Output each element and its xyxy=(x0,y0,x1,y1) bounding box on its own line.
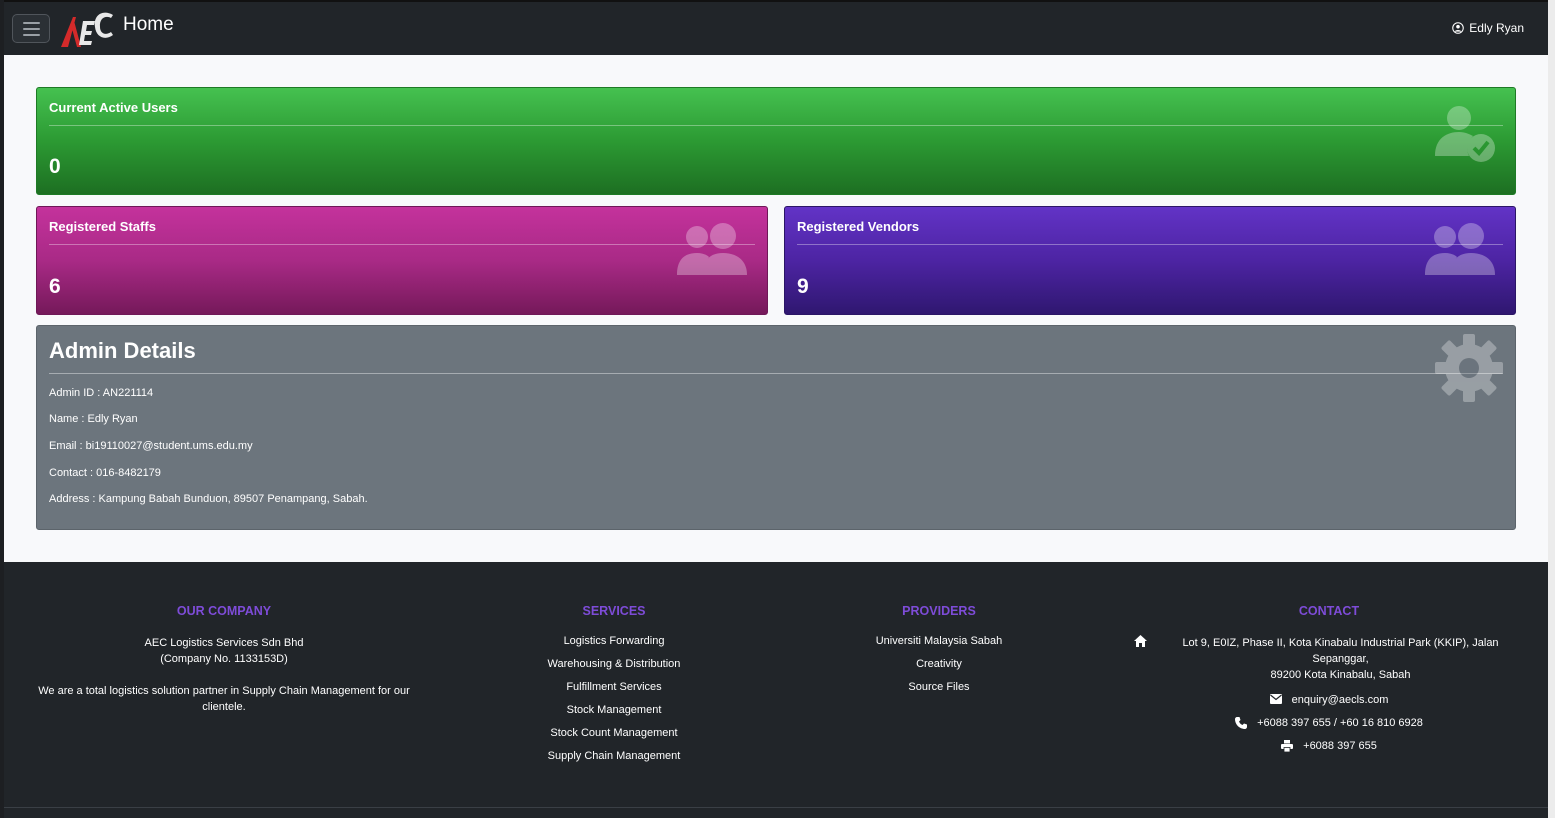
registered-staffs-card: Registered Staffs 6 xyxy=(36,206,768,315)
admin-name: Name : Edly Ryan xyxy=(49,413,138,425)
contact-email-row: enquiry@aecls.com xyxy=(1134,694,1524,706)
hamburger-icon-bar xyxy=(22,21,40,24)
footer-heading: PROVIDERS xyxy=(902,604,976,618)
home-icon xyxy=(1134,635,1147,647)
contact-address: Lot 9, E0IZ, Phase II, Kota Kinabalu Ind… xyxy=(1134,635,1524,683)
company-registration: (Company No. 1133153D) xyxy=(160,653,288,665)
user-circle-icon xyxy=(1452,22,1465,34)
card-title: Registered Vendors xyxy=(797,219,920,234)
divider xyxy=(797,244,1503,245)
app-frame: Home Edly Ryan Current Active Users 0 Re… xyxy=(0,0,1548,818)
admin-details-heading: Admin Details xyxy=(49,338,196,363)
printer-icon xyxy=(1281,740,1294,752)
contact-address-line: Lot 9, E0IZ, Phase II, Kota Kinabalu Ind… xyxy=(1182,637,1499,665)
divider xyxy=(49,373,1503,374)
provider-link-source-files[interactable]: Source Files xyxy=(839,681,1039,693)
staffs-count: 6 xyxy=(49,275,61,298)
phone-icon xyxy=(1235,717,1248,729)
service-link-stock-management[interactable]: Stock Management xyxy=(514,704,714,716)
footer-heading: SERVICES xyxy=(582,604,646,618)
contact-fax-row: +6088 397 655 xyxy=(1134,740,1524,752)
service-link-stock-count[interactable]: Stock Count Management xyxy=(514,727,714,739)
company-description-line: clientele. xyxy=(202,701,246,713)
envelope-icon xyxy=(1269,694,1282,704)
registered-vendors-card: Registered Vendors 9 xyxy=(784,206,1516,315)
aec-logo[interactable] xyxy=(59,7,115,49)
contact-fax: +6088 397 655 xyxy=(1303,740,1377,752)
active-users-card: Current Active Users 0 xyxy=(36,87,1516,195)
page-title: Home xyxy=(123,14,174,35)
user-check-icon xyxy=(1435,106,1495,162)
footer-heading: CONTACT xyxy=(1298,604,1360,618)
contact-phone[interactable]: +6088 397 655 / +60 16 810 6928 xyxy=(1257,717,1423,729)
menu-toggle-button[interactable] xyxy=(12,14,50,43)
hamburger-icon-bar xyxy=(22,27,40,30)
hamburger-icon-bar xyxy=(22,33,40,36)
active-users-count: 0 xyxy=(49,155,61,178)
provider-link-creativity[interactable]: Creativity xyxy=(839,658,1039,670)
company-name: AEC Logistics Services Sdn Bhd xyxy=(144,637,304,649)
admin-id: Admin ID : AN221114 xyxy=(49,387,154,399)
divider xyxy=(49,125,1503,126)
users-icon xyxy=(677,223,747,275)
user-name: Edly Ryan xyxy=(1469,21,1524,35)
site-footer: OUR COMPANY AEC Logistics Services Sdn B… xyxy=(4,562,1548,818)
user-menu[interactable]: Edly Ryan xyxy=(1452,21,1524,35)
divider xyxy=(49,244,755,245)
footer-company-column: OUR COMPANY AEC Logistics Services Sdn B… xyxy=(34,604,414,715)
contact-phone-row: +6088 397 655 / +60 16 810 6928 xyxy=(1134,717,1524,729)
footer-divider xyxy=(4,807,1548,808)
contact-address-line: 89200 Kota Kinabalu, Sabah xyxy=(1270,669,1411,681)
service-link-fulfillment[interactable]: Fulfillment Services xyxy=(514,681,714,693)
footer-contact-column: CONTACT Lot 9, E0IZ, Phase II, Kota Kina… xyxy=(1134,604,1524,763)
admin-details-card: Admin Details Admin ID : AN221114 Name :… xyxy=(36,325,1516,530)
users-icon xyxy=(1425,223,1495,275)
footer-heading: OUR COMPANY xyxy=(176,604,272,618)
card-title: Current Active Users xyxy=(49,100,178,115)
admin-email: Email : bi19110027@student.ums.edu.my xyxy=(49,440,253,452)
top-navbar: Home Edly Ryan xyxy=(4,0,1548,55)
company-description-line: We are a total logistics solution partne… xyxy=(38,685,410,697)
contact-email[interactable]: enquiry@aecls.com xyxy=(1292,694,1389,706)
admin-address: Address : Kampung Babah Bunduon, 89507 P… xyxy=(49,493,368,505)
footer-services-column: SERVICES Logistics Forwarding Warehousin… xyxy=(514,604,714,773)
admin-contact: Contact : 016-8482179 xyxy=(49,467,161,479)
footer-providers-column: PROVIDERS Universiti Malaysia Sabah Crea… xyxy=(839,604,1039,704)
service-link-warehousing[interactable]: Warehousing & Distribution xyxy=(514,658,714,670)
service-link-supply-chain[interactable]: Supply Chain Management xyxy=(514,750,714,762)
service-link-logistics-forwarding[interactable]: Logistics Forwarding xyxy=(514,635,714,647)
card-title: Registered Staffs xyxy=(49,219,156,234)
vendors-count: 9 xyxy=(797,275,809,298)
provider-link-ums[interactable]: Universiti Malaysia Sabah xyxy=(839,635,1039,647)
gear-icon xyxy=(1435,334,1503,402)
